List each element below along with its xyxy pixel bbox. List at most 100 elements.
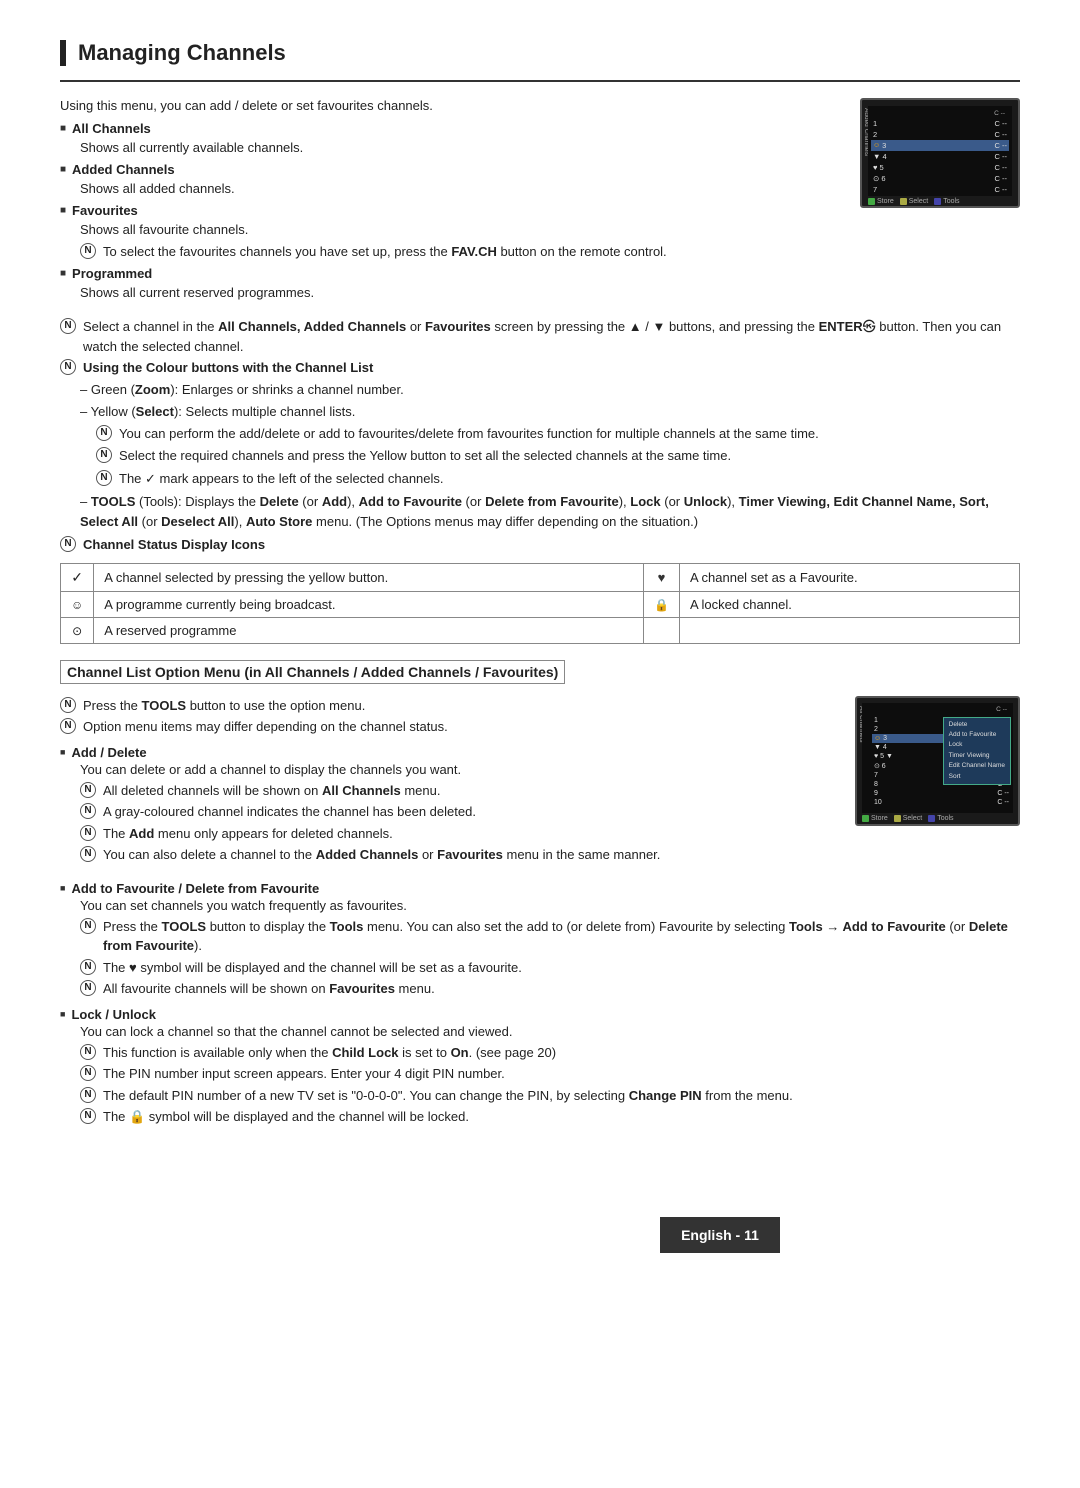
note-icon-19: N — [80, 1087, 96, 1103]
note-all-fav: N All favourite channels will be shown o… — [80, 979, 1020, 999]
status-icon-heart: ♥ — [644, 563, 680, 591]
tv-screen2-inner: C -- 1C -- 2C -- ☺3C -- ▼ 4C -- ♥ 5 ▼C -… — [862, 703, 1013, 813]
note-option-items: N Option menu items may differ depending… — [60, 717, 835, 737]
channel-list-text: N Press the TOOLS button to use the opti… — [60, 696, 855, 873]
favourites-heading: Favourites — [60, 203, 840, 218]
lock-unlock-heading: Lock / Unlock — [60, 1007, 1020, 1022]
note-also-delete: N You can also delete a channel to the A… — [80, 845, 835, 865]
lock-unlock-intro: You can lock a channel so that the chann… — [80, 1024, 1020, 1039]
intro-text: Using this menu, you can add / delete or… — [60, 98, 840, 113]
note-tools-menu: N Press the TOOLS button to display the … — [80, 917, 1020, 956]
menu-item-lock: Lock — [949, 740, 1005, 750]
note-icon-16: N — [80, 980, 96, 996]
add-to-fav-intro: You can set channels you watch frequentl… — [80, 898, 1020, 913]
ch-row: 1C -- — [871, 118, 1009, 129]
sub-note-yellow: N Select the required channels and press… — [96, 446, 1020, 466]
top-text: Using this menu, you can add / delete or… — [60, 98, 860, 307]
menu-item-add-fav: Add to Favourite — [949, 730, 1005, 740]
ch-row: ▼ 4C -- — [871, 151, 1009, 162]
note-child-lock: N This function is available only when t… — [80, 1043, 1020, 1063]
dash-tools: TOOLS (Tools): Displays the Delete (or A… — [80, 492, 1020, 531]
status-row-1: ✓ A channel selected by pressing the yel… — [61, 563, 1020, 591]
status-desc-empty — [679, 617, 1019, 643]
favourites-body: Shows all favourite channels. — [80, 220, 840, 240]
menu-item-sort: Sort — [949, 772, 1005, 782]
status-row-2: ☺ A programme currently being broadcast.… — [61, 591, 1020, 617]
note-lock-symbol: N The 🔒 symbol will be displayed and the… — [80, 1107, 1020, 1127]
ch-row: 2C -- — [871, 129, 1009, 140]
status-icon-empty — [644, 617, 680, 643]
note-icon-13: N — [80, 846, 96, 862]
add-to-fav-heading: Add to Favourite / Delete from Favourite — [60, 881, 1020, 896]
note-icon-8: N — [60, 697, 76, 713]
ch-row: 8C -- — [871, 195, 1009, 196]
note-icon: N — [80, 243, 96, 259]
note-icon-20: N — [80, 1108, 96, 1124]
menu-item-timer: Timer Viewing — [949, 751, 1005, 761]
note-icon-3: N — [60, 359, 76, 375]
status-desc-lock: A locked channel. — [679, 591, 1019, 617]
status-desc-check: A channel selected by pressing the yello… — [94, 563, 644, 591]
note-icon-4: N — [96, 425, 112, 441]
dash-yellow: Yellow (Select): Selects multiple channe… — [80, 402, 1020, 422]
note-icon-18: N — [80, 1065, 96, 1081]
footer-container: English - 11 — [60, 1177, 1020, 1253]
favourites-note: N To select the favourites channels you … — [80, 242, 840, 262]
page-title: Managing Channels — [60, 40, 1020, 66]
status-row-3: ⊙ A reserved programme — [61, 617, 1020, 643]
sub-note-checkmark: N The ✓ mark appears to the left of the … — [96, 469, 1020, 489]
status-desc-clock: A reserved programme — [94, 617, 644, 643]
status-desc-heart: A channel set as a Favourite. — [679, 563, 1019, 591]
note-gray-channel: N A gray-coloured channel indicates the … — [80, 802, 835, 822]
all-channels-body: Shows all currently available channels. — [80, 138, 840, 158]
menu-item-delete: Delete — [949, 720, 1005, 730]
note-add-menu: N The Add menu only appears for deleted … — [80, 824, 835, 844]
note-pin-screen: N The PIN number input screen appears. E… — [80, 1064, 1020, 1084]
channel-list-option-section: Channel List Option Menu (in All Channel… — [60, 660, 1020, 692]
note-icon-5: N — [96, 447, 112, 463]
ch-row: 7C -- — [871, 184, 1009, 195]
note-icon-17: N — [80, 1044, 96, 1060]
title-divider — [60, 80, 1020, 82]
note-channel-status: N Channel Status Display Icons — [60, 535, 1020, 555]
sub-note-add: N You can perform the add/delete or add … — [96, 424, 1020, 444]
note-colour-buttons: N Using the Colour buttons with the Chan… — [60, 358, 1020, 378]
tv-screen-added-channels: Added Channels C -- 1C -- 2C -- ☺ 3C -- … — [860, 98, 1020, 208]
note-default-pin: N The default PIN number of a new TV set… — [80, 1086, 1020, 1106]
note-icon-11: N — [80, 803, 96, 819]
added-channels-body: Shows all added channels. — [80, 179, 840, 199]
menu-item-edit: Edit Channel Name — [949, 761, 1005, 771]
note-heart-symbol: N The ♥ symbol will be displayed and the… — [80, 958, 1020, 978]
menu-popup: Delete Add to Favourite Lock Timer Viewi… — [943, 717, 1011, 785]
channel-list-section: N Press the TOOLS button to use the opti… — [60, 696, 1020, 873]
ch-row2-10: 10C -- — [872, 798, 1011, 807]
status-icon-lock: 🔒 — [644, 591, 680, 617]
note-all-deleted: N All deleted channels will be shown on … — [80, 781, 835, 801]
top-section: Using this menu, you can add / delete or… — [60, 98, 1020, 307]
note-icon-12: N — [80, 825, 96, 841]
note-icon-2: N — [60, 318, 76, 334]
status-icon-tv: ☺ — [61, 591, 94, 617]
channel-list-option-heading: Channel List Option Menu (in All Channel… — [60, 660, 565, 684]
note-icon-7: N — [60, 536, 76, 552]
programmed-body: Shows all current reserved programmes. — [80, 283, 840, 303]
added-channels-heading: Added Channels — [60, 162, 840, 177]
tv-screen-inner: C -- 1C -- 2C -- ☺ 3C -- ▼ 4C -- ♥ 5C --… — [868, 106, 1012, 196]
page-footer: English - 11 — [660, 1217, 780, 1253]
note-icon-6: N — [96, 470, 112, 486]
add-delete-intro: You can delete or add a channel to displ… — [80, 762, 835, 777]
channel-list-mock: C -- 1C -- 2C -- ☺ 3C -- ▼ 4C -- ♥ 5C --… — [868, 106, 1012, 196]
status-icon-clock: ⊙ — [61, 617, 94, 643]
ch-row: ♥ 5C -- — [871, 162, 1009, 173]
dash-green: Green (Zoom): Enlarges or shrinks a chan… — [80, 380, 1020, 400]
note-icon-14: N — [80, 918, 96, 934]
tv-footer-bar-2: Store Select Tools — [862, 815, 1013, 822]
note-select-channel: N Select a channel in the All Channels, … — [60, 317, 1020, 356]
note-press-tools: N Press the TOOLS button to use the opti… — [60, 696, 835, 716]
ch-row: ⊙ 6C -- — [871, 173, 1009, 184]
note-icon-9: N — [60, 718, 76, 734]
status-table: ✓ A channel selected by pressing the yel… — [60, 563, 1020, 644]
all-channels-heading: All Channels — [60, 121, 840, 136]
tv-screen-all-channels: All Channels C -- 1C -- 2C -- ☺3C -- ▼ 4… — [855, 696, 1020, 826]
status-desc-tv: A programme currently being broadcast. — [94, 591, 644, 617]
